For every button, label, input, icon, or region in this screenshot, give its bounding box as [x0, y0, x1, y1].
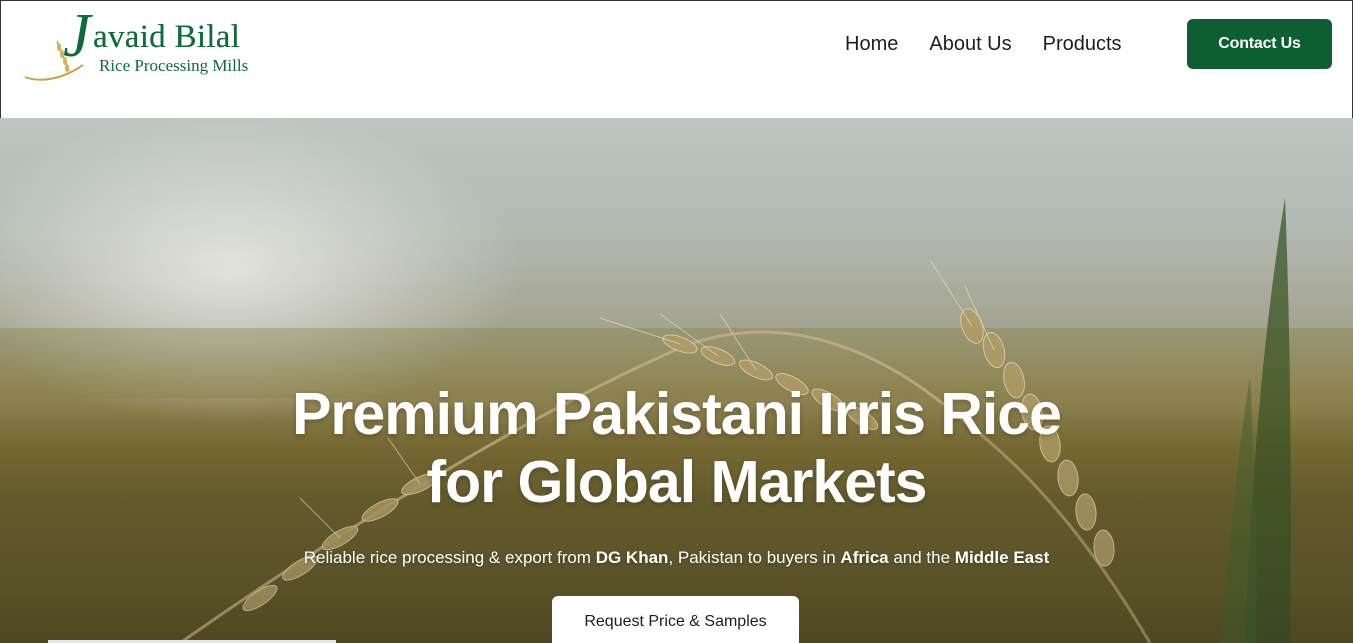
subtitle-text: Reliable rice processing & export from: [303, 548, 596, 567]
contact-us-button[interactable]: Contact Us: [1187, 19, 1332, 69]
subtitle-location: DG Khan: [595, 548, 669, 567]
main-nav: Home About Us Products: [845, 33, 1122, 55]
brand-logo[interactable]: J avaid Bilal Rice Processing Mills: [23, 2, 263, 85]
hero-title-line2: for Global Markets: [426, 449, 927, 515]
request-price-samples-button[interactable]: Request Price & Samples: [552, 596, 799, 643]
hero-title: Premium Pakistani Irris Rice for Global …: [0, 380, 1353, 516]
hero-title-line1: Premium Pakistani Irris Rice: [292, 381, 1062, 447]
hero-section: Premium Pakistani Irris Rice for Global …: [0, 118, 1353, 643]
site-header: J avaid Bilal Rice Processing Mills Home…: [0, 0, 1353, 118]
logo-title: avaid Bilal: [93, 19, 241, 55]
nav-home-link[interactable]: Home: [845, 33, 898, 55]
subtitle-text: , Pakistan to buyers in: [668, 548, 841, 567]
subtitle-text: and the: [888, 548, 955, 567]
nav-products-link[interactable]: Products: [1043, 33, 1122, 55]
logo-letter: J: [63, 2, 91, 70]
nav-about-link[interactable]: About Us: [929, 33, 1011, 55]
subtitle-region-africa: Africa: [840, 548, 889, 567]
subtitle-region-middle-east: Middle East: [954, 548, 1050, 567]
hero-subtitle: Reliable rice processing & export from D…: [0, 548, 1353, 568]
logo-subtitle: Rice Processing Mills: [99, 56, 249, 75]
